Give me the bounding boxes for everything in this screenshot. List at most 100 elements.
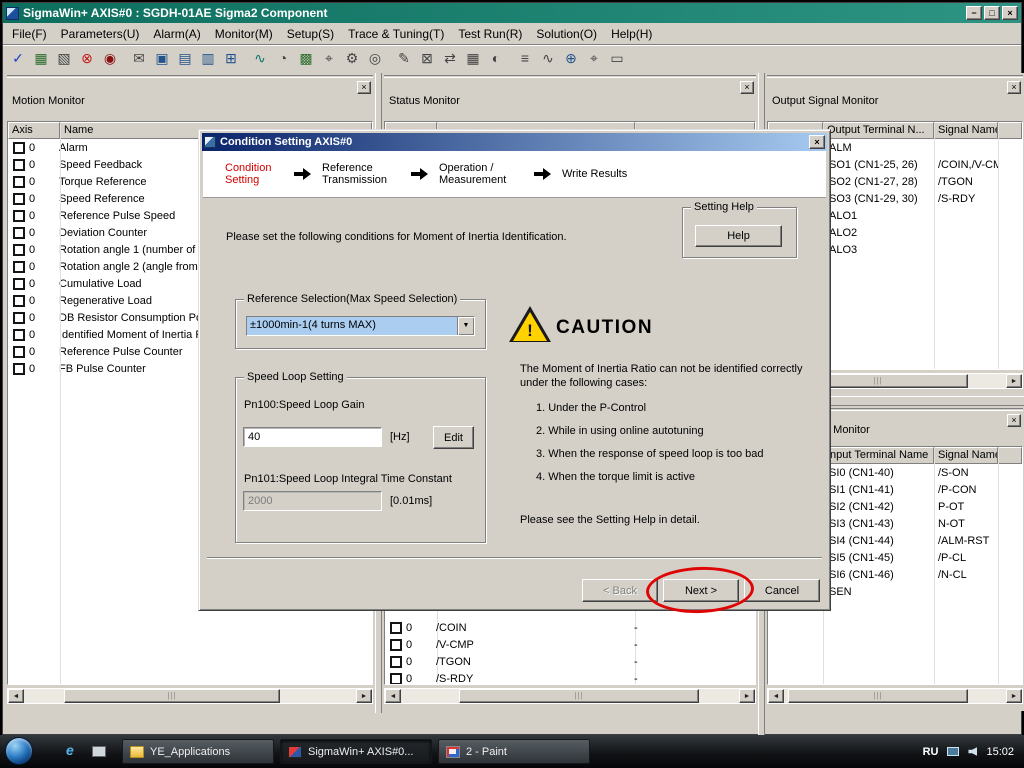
menu-parameters[interactable]: Parameters(U) [54,25,147,43]
crosshair-icon[interactable]: ⌖ [583,48,605,69]
scroll-right-icon[interactable]: ► [739,689,755,703]
clock[interactable]: 15:02 [986,746,1014,758]
show-desktop-icon[interactable] [92,746,106,757]
row-checkbox[interactable] [13,175,25,188]
row-checkbox[interactable] [13,294,25,307]
verify-icon[interactable]: ✓ [7,48,29,69]
max-speed-combobox[interactable]: ±1000min-1(4 turns MAX) ▼ [246,316,475,336]
row-checkbox[interactable] [13,277,25,290]
dialog-close-icon[interactable]: × [809,135,825,149]
alarm-display-icon[interactable]: ⊗ [76,48,98,69]
internet-explorer-icon[interactable]: e [66,742,74,758]
meter-icon[interactable]: ◐ [485,48,507,69]
dialog-titlebar[interactable]: Condition Setting AXIS#0 × [202,133,827,151]
alarm-traceback-icon[interactable]: ◉ [99,48,121,69]
taskbar-task-sigmawin[interactable]: SigmaWin+ AXIS#0... [280,739,432,764]
horizontal-scrollbar[interactable]: ◄ ► [767,688,1023,704]
scroll-right-icon[interactable]: ► [1006,689,1022,703]
zoom-icon[interactable]: ⊕ [560,48,582,69]
chevron-down-icon[interactable]: ▼ [457,317,474,335]
table-row[interactable]: 0/COIN - [385,619,755,636]
horizontal-scrollbar[interactable]: ◄ ► [384,688,756,704]
locate-icon[interactable]: ⌖ [318,48,340,69]
scroll-left-icon[interactable]: ◄ [385,689,401,703]
row-checkbox[interactable] [13,345,25,358]
window-titlebar[interactable]: SigmaWin+ AXIS#0 : SGDH-01AE Sigma2 Comp… [3,3,1021,23]
edit-button[interactable]: Edit [433,426,474,449]
menu-help[interactable]: Help(H) [604,25,659,43]
motion-monitor-icon[interactable]: ▤ [174,48,196,69]
menu-monitor[interactable]: Monitor(M) [208,25,280,43]
row-checkbox[interactable] [13,158,25,171]
menu-setup[interactable]: Setup(S) [280,25,341,43]
table-row[interactable]: 0/V-CMP - [385,636,755,653]
next-button[interactable]: Next > [663,579,739,602]
tuning-icon[interactable]: ✎ [393,48,415,69]
plc-icon[interactable]: ▩ [295,48,317,69]
menu-solution[interactable]: Solution(O) [529,25,604,43]
status-monitor-icon[interactable]: ▥ [197,48,219,69]
system-monitor-icon[interactable]: ▣ [151,48,173,69]
scroll-left-icon[interactable]: ◄ [768,689,784,703]
pn100-input[interactable] [243,427,382,447]
cancel-button[interactable]: Cancel [744,579,820,602]
volume-icon[interactable] [968,747,978,756]
menu-alarm[interactable]: Alarm(A) [146,25,207,43]
menu-test-run[interactable]: Test Run(R) [451,25,529,43]
row-checkbox[interactable] [390,621,402,634]
scroll-left-icon[interactable]: ◄ [8,689,24,703]
row-checkbox[interactable] [13,328,25,341]
row-checkbox[interactable] [13,141,25,154]
column-header[interactable] [998,447,1022,464]
scroll-right-icon[interactable]: ► [1006,374,1022,388]
row-checkbox[interactable] [13,226,25,239]
language-indicator[interactable]: RU [923,746,939,758]
taskbar-task-paint[interactable]: 2 - Paint [438,739,590,764]
table-icon[interactable]: ▦ [462,48,484,69]
menu-trace-tuning[interactable]: Trace & Tuning(T) [341,25,451,43]
transfer-icon[interactable]: ⇄ [439,48,461,69]
waveform-icon[interactable]: ∿ [249,48,271,69]
io-monitor-icon[interactable]: ⊞ [220,48,242,69]
screen-icon[interactable]: ▭ [606,48,628,69]
gear-icon[interactable]: ⚙ [341,48,363,69]
start-button[interactable] [5,737,33,765]
close-icon[interactable]: × [1007,81,1021,94]
row-checkbox[interactable] [13,192,25,205]
close-icon[interactable]: × [740,81,754,94]
table-row[interactable]: 0/S-RDY - [385,670,755,684]
scroll-right-icon[interactable]: ► [356,689,372,703]
row-checkbox[interactable] [13,209,25,222]
wave-icon[interactable]: ∿ [537,48,559,69]
parameter-edit-icon[interactable]: ▦ [30,48,52,69]
report-icon[interactable]: ✉ [128,48,150,69]
minimize-button[interactable]: − [966,6,982,20]
column-header[interactable] [998,122,1022,139]
network-icon[interactable] [947,747,960,756]
column-header-signal[interactable]: Signal Name [934,122,998,139]
row-checkbox[interactable] [13,243,25,256]
scrollbar-thumb[interactable] [64,689,280,703]
close-icon[interactable]: × [357,81,371,94]
horizontal-scrollbar[interactable]: ◄ ► [7,688,373,704]
row-checkbox[interactable] [390,655,402,668]
close-icon[interactable]: × [1007,414,1021,427]
column-header-signal[interactable]: Signal Name [934,447,998,464]
row-checkbox[interactable] [13,362,25,375]
row-checkbox[interactable] [13,311,25,324]
menu-file[interactable]: File(F) [5,25,54,43]
trace-icon[interactable]: ▧ [53,48,75,69]
gauge-icon[interactable]: ◔ [272,48,294,69]
row-checkbox[interactable] [390,672,402,684]
row-checkbox[interactable] [13,260,25,273]
taskbar-task-ye-applications[interactable]: YE_Applications [122,739,274,764]
close-button[interactable]: × [1002,6,1018,20]
column-header-axis[interactable]: Axis [8,122,60,139]
mail-icon[interactable]: ⊠ [416,48,438,69]
scope-icon[interactable]: ◎ [364,48,386,69]
column-header-terminal[interactable]: Output Terminal N... [823,122,934,139]
help-button[interactable]: Help [695,225,782,247]
scrollbar-thumb[interactable] [459,689,699,703]
table-row[interactable]: 0/TGON - [385,653,755,670]
scrollbar-thumb[interactable] [788,689,968,703]
